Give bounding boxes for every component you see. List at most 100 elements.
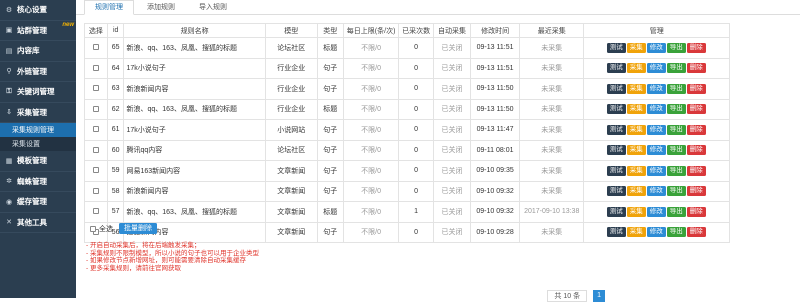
cell-limit: 不限/0 (342, 119, 400, 141)
export-button[interactable]: 导出 (666, 206, 686, 217)
cell-last: 未采集 (518, 139, 585, 161)
export-button[interactable]: 导出 (666, 104, 686, 115)
sidebar-item-download[interactable]: ⇩ 采集管理 (0, 103, 76, 123)
delete-button[interactable]: 删除 (686, 227, 706, 238)
cell-count: 0 (398, 139, 434, 161)
sidebar-item-template[interactable]: ▦ 模板管理 (0, 151, 76, 172)
sidebar: ⚙ 核心设置 ▣ 站群管理 new ▤ 内容库 ⚲ 外链管理 ⚿ 关键词管理 ⇩ 采集管理 采集规则管理采… (0, 0, 76, 298)
sidebar-item-cache[interactable]: ◉ 缓存管理 (0, 192, 76, 213)
sidebar-subitem[interactable]: 采集设置 (0, 137, 76, 151)
delete-button[interactable]: 删除 (686, 42, 706, 53)
delete-button[interactable]: 删除 (686, 186, 706, 197)
tab-rule-manage[interactable]: 规则管理 (84, 0, 134, 15)
collect-button[interactable]: 采集 (626, 206, 646, 217)
collect-button[interactable]: 采集 (626, 186, 646, 197)
edit-button[interactable]: 修改 (646, 165, 666, 176)
cell-last: 未采集 (518, 78, 585, 100)
batch-delete-button[interactable]: 批量删除 (119, 223, 157, 234)
cell-name: 网易163新闻内容 (123, 160, 266, 182)
test-button[interactable]: 测试 (606, 63, 626, 74)
test-button[interactable]: 测试 (606, 227, 626, 238)
row-select-checkbox[interactable] (92, 146, 99, 153)
test-button[interactable]: 测试 (606, 83, 626, 94)
test-button[interactable]: 测试 (606, 104, 626, 115)
edit-button[interactable]: 修改 (646, 145, 666, 156)
test-button[interactable]: 测试 (606, 42, 626, 53)
export-button[interactable]: 导出 (666, 83, 686, 94)
export-button[interactable]: 导出 (666, 227, 686, 238)
collect-button[interactable]: 采集 (626, 227, 646, 238)
cell-count: 0 (398, 180, 434, 202)
delete-button[interactable]: 删除 (686, 145, 706, 156)
sidebar-item-link[interactable]: ⚲ 外链管理 (0, 62, 76, 82)
edit-button[interactable]: 修改 (646, 63, 666, 74)
row-select-checkbox[interactable] (92, 167, 99, 174)
cell-name: 新浪、qq、163、凤凰、搜狐的标题 (123, 98, 266, 120)
tab-import-rule[interactable]: 导入规则 (188, 0, 238, 14)
cell-count: 0 (398, 37, 434, 59)
export-button[interactable]: 导出 (666, 42, 686, 53)
collect-button[interactable]: 采集 (626, 63, 646, 74)
sidebar-item-key[interactable]: ⚿ 关键词管理 (0, 82, 76, 103)
delete-button[interactable]: 删除 (686, 165, 706, 176)
cell-id: 61 (106, 119, 125, 141)
row-select-checkbox[interactable] (92, 85, 99, 92)
test-button[interactable]: 测试 (606, 206, 626, 217)
delete-button[interactable]: 删除 (686, 83, 706, 94)
sidebar-subitem[interactable]: 采集规则管理 (0, 123, 76, 137)
export-button[interactable]: 导出 (666, 63, 686, 74)
file-icon: ▤ (5, 47, 13, 55)
table-row: 64 17k小说句子 行业企业 句子 不限/0 0 已关闭 09-13 11:51 未采集 测试采… (84, 57, 730, 79)
col-type: 类型 (316, 23, 344, 38)
test-button[interactable]: 测试 (606, 124, 626, 135)
edit-button[interactable]: 修改 (646, 83, 666, 94)
collect-button[interactable]: 采集 (626, 83, 646, 94)
export-button[interactable]: 导出 (666, 145, 686, 156)
sidebar-item-sitemap[interactable]: ▣ 站群管理 new (0, 21, 76, 41)
collect-button[interactable]: 采集 (626, 165, 646, 176)
row-select-checkbox[interactable] (92, 187, 99, 194)
pagination-page-1[interactable]: 1 (593, 290, 605, 302)
sidebar-item-file[interactable]: ▤ 内容库 (0, 41, 76, 62)
row-select-checkbox[interactable] (92, 105, 99, 112)
cell-model: 行业企业 (264, 78, 318, 100)
cell-count: 1 (398, 201, 434, 223)
delete-button[interactable]: 删除 (686, 63, 706, 74)
cell-auto: 已关闭 (432, 139, 472, 161)
select-all-checkbox[interactable] (90, 225, 96, 232)
row-select-checkbox[interactable] (92, 126, 99, 133)
row-select-checkbox[interactable] (92, 44, 99, 51)
delete-button[interactable]: 删除 (686, 104, 706, 115)
edit-button[interactable]: 修改 (646, 227, 666, 238)
edit-button[interactable]: 修改 (646, 206, 666, 217)
edit-button[interactable]: 修改 (646, 42, 666, 53)
tab-add-rule[interactable]: 添加规则 (136, 0, 186, 14)
col-count: 已采次数 (398, 23, 434, 38)
export-button[interactable]: 导出 (666, 165, 686, 176)
edit-button[interactable]: 修改 (646, 124, 666, 135)
cell-auto: 已关闭 (432, 37, 472, 59)
collect-button[interactable]: 采集 (626, 104, 646, 115)
cell-model: 文章新闻 (264, 160, 318, 182)
collect-button[interactable]: 采集 (626, 42, 646, 53)
test-button[interactable]: 测试 (606, 186, 626, 197)
delete-button[interactable]: 删除 (686, 206, 706, 217)
test-button[interactable]: 测试 (606, 145, 626, 156)
row-select-checkbox[interactable] (92, 64, 99, 71)
sidebar-item-gear[interactable]: ⚙ 核心设置 (0, 0, 76, 21)
sidebar-item-tools[interactable]: ✕ 其他工具 (0, 213, 76, 233)
edit-button[interactable]: 修改 (646, 186, 666, 197)
sidebar-item-label: 外链管理 (17, 66, 47, 76)
download-icon: ⇩ (6, 109, 12, 117)
collect-button[interactable]: 采集 (626, 124, 646, 135)
edit-button[interactable]: 修改 (646, 104, 666, 115)
row-select-checkbox[interactable] (92, 208, 99, 215)
export-button[interactable]: 导出 (666, 124, 686, 135)
cell-auto: 已关闭 (432, 201, 472, 223)
main-content: 规则管理 添加规则 导入规则 选择 id 规则名称 模型 类型 每日上限(条/次… (76, 0, 800, 302)
delete-button[interactable]: 删除 (686, 124, 706, 135)
collect-button[interactable]: 采集 (626, 145, 646, 156)
export-button[interactable]: 导出 (666, 186, 686, 197)
sidebar-item-spider[interactable]: ✲ 蜘蛛管理 (0, 172, 76, 192)
test-button[interactable]: 测试 (606, 165, 626, 176)
